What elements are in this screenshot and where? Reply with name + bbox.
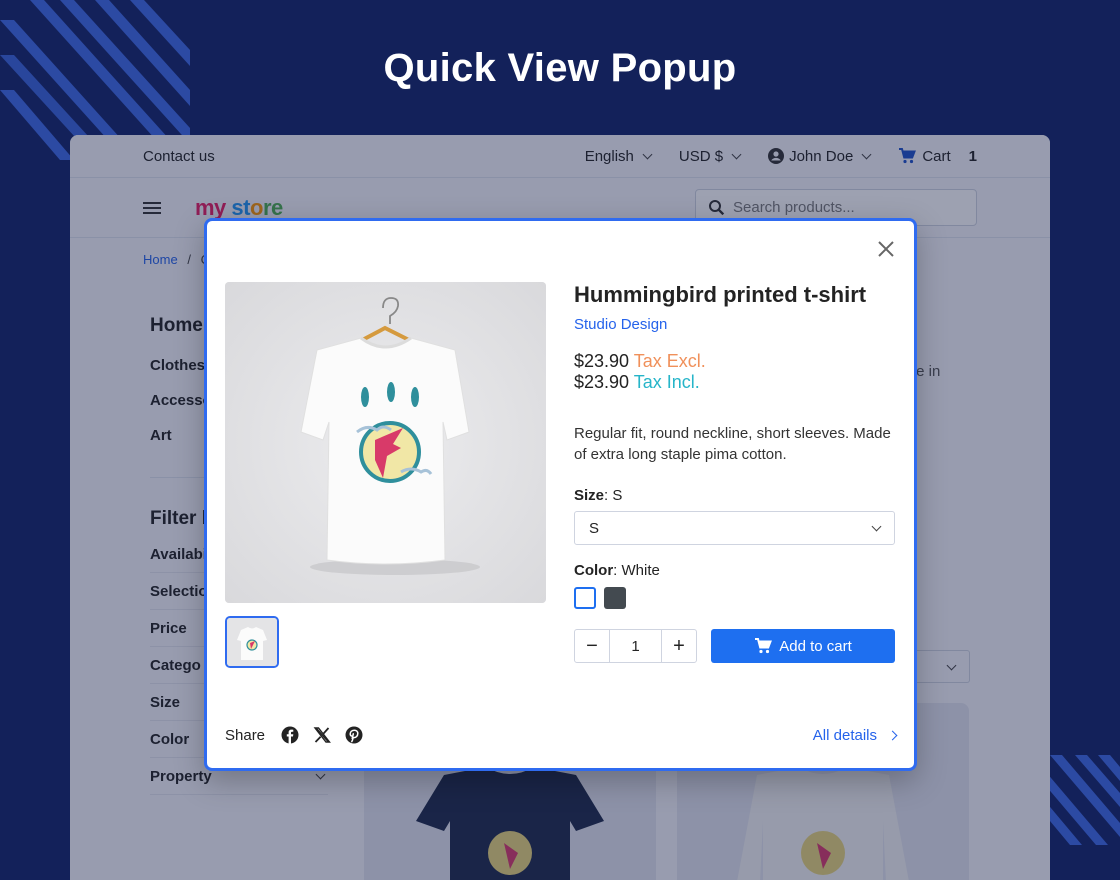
cart-icon	[755, 638, 773, 654]
all-details-label: All details	[812, 726, 877, 744]
quantity-input[interactable]: 1	[609, 630, 662, 662]
add-to-cart-label: Add to cart	[779, 637, 852, 655]
tax-excl-label: Tax Excl.	[633, 351, 706, 371]
price-incl-row: $23.90 Tax Incl.	[574, 372, 896, 393]
product-title: Hummingbird printed t-shirt	[574, 282, 867, 307]
product-main-image	[225, 282, 546, 603]
pinterest-icon[interactable]	[345, 726, 363, 744]
page-title: Quick View Popup	[383, 46, 737, 90]
decrease-quantity-button[interactable]: −	[575, 630, 609, 662]
chevron-right-icon	[887, 730, 898, 740]
color-swatch-white[interactable]	[574, 587, 596, 609]
size-value: : S	[604, 487, 623, 504]
chevron-down-icon	[871, 521, 882, 531]
price-excl-row: $23.90 Tax Excl.	[574, 351, 896, 372]
price-excl: $23.90	[574, 351, 630, 371]
color-label: Color	[574, 562, 614, 579]
product-description: Regular fit, round neckline, short sleev…	[574, 425, 891, 463]
increase-quantity-button[interactable]: +	[662, 630, 696, 662]
tshirt-image	[225, 282, 546, 603]
close-icon[interactable]	[876, 239, 896, 259]
quick-view-modal: Hummingbird printed t-shirt Studio Desig…	[204, 218, 917, 771]
product-brand-link[interactable]: Studio Design	[574, 316, 896, 333]
all-details-link[interactable]: All details	[812, 726, 898, 744]
color-value: : White	[613, 562, 660, 579]
facebook-icon[interactable]	[281, 726, 299, 744]
color-swatches	[574, 587, 896, 609]
tshirt-thumbnail-image	[227, 618, 277, 666]
color-label-row: Color: White	[574, 562, 896, 579]
size-selected: S	[589, 519, 600, 537]
price-incl: $23.90	[574, 372, 630, 392]
color-swatch-gray[interactable]	[604, 587, 626, 609]
add-to-cart-button[interactable]: Add to cart	[711, 629, 895, 663]
purchase-row: − 1 + Add to cart	[574, 629, 896, 663]
share-label: Share	[225, 726, 266, 744]
x-twitter-icon[interactable]	[313, 726, 331, 744]
modal-footer: Share All details	[225, 726, 898, 744]
share-icons	[281, 726, 363, 744]
decorative-stripes-bottom-right	[1040, 755, 1120, 845]
quantity-stepper: − 1 +	[574, 629, 697, 663]
size-label: Size	[574, 487, 605, 504]
product-info: Hummingbird printed t-shirt Studio Desig…	[574, 282, 896, 663]
size-select[interactable]: S	[574, 511, 895, 545]
product-thumbnail[interactable]	[225, 616, 279, 668]
size-label-row: Size: S	[574, 487, 896, 504]
tax-incl-label: Tax Incl.	[633, 372, 700, 392]
